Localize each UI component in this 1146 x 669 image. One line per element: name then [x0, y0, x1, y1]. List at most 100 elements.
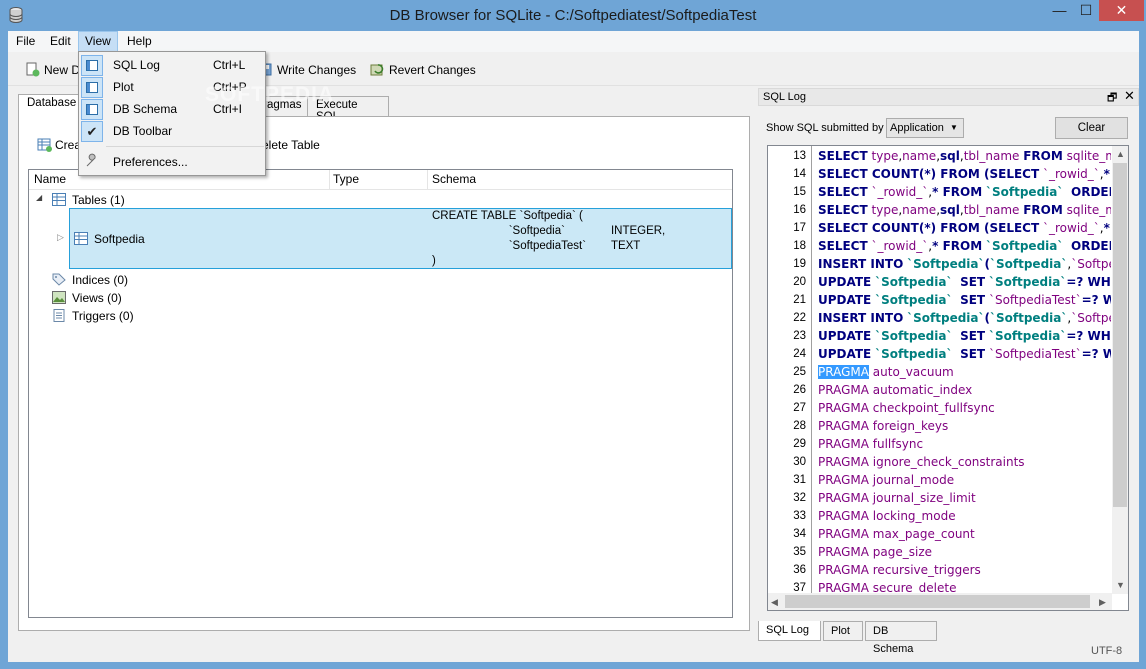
line-number: 27 — [793, 402, 806, 414]
sql-log-line: SELECT COUNT(*) FROM (SELECT `_rowid_`,* — [818, 221, 1110, 235]
line-number: 25 — [793, 366, 806, 378]
write-changes-label: Write Changes — [277, 63, 357, 77]
tree-item-label: Views (0) — [72, 291, 122, 305]
delete-table-button[interactable]: elete Table — [262, 136, 320, 154]
scroll-up-icon[interactable]: ▲ — [1116, 149, 1125, 159]
menu-help[interactable]: Help — [121, 31, 158, 52]
window-title: DB Browser for SQLite - C:/Softpediatest… — [389, 7, 757, 24]
line-number: 21 — [793, 294, 806, 306]
menu-separator — [106, 146, 264, 147]
table-icon — [74, 232, 88, 245]
scroll-down-icon[interactable]: ▼ — [1116, 580, 1125, 590]
scroll-left-icon[interactable]: ◀ — [771, 597, 778, 608]
sql-log-line: UPDATE `Softpedia` SET `Softpedia`=? WHE… — [818, 275, 1111, 289]
sql-log-line: PRAGMA auto_vacuum — [818, 365, 954, 379]
checkmark-icon: ✔ — [81, 121, 103, 142]
sql-log-line: PRAGMA foreign_keys — [818, 419, 949, 433]
line-number: 31 — [793, 474, 806, 486]
close-button[interactable]: ✕ — [1099, 0, 1144, 21]
sql-log-line: UPDATE `Softpedia` SET `SoftpediaTest`=?… — [818, 347, 1111, 361]
tab-sql-log[interactable]: SQL Log — [758, 621, 821, 641]
tab-plot[interactable]: Plot — [823, 621, 863, 641]
tab-db-schema[interactable]: DB Schema — [865, 621, 937, 655]
sql-log-line: UPDATE `Softpedia` SET `SoftpediaTest`=?… — [818, 293, 1111, 307]
revert-changes-button[interactable]: Revert Changes — [370, 61, 476, 79]
horizontal-scroll-thumb[interactable] — [785, 595, 1090, 608]
sql-log-line: INSERT INTO `Softpedia`(`Softpedia`,`Sof… — [818, 311, 1111, 325]
line-number: 15 — [793, 186, 806, 198]
column-header-schema[interactable]: Schema — [427, 170, 732, 190]
line-number: 14 — [793, 168, 806, 180]
revert-changes-icon — [370, 64, 384, 76]
revert-changes-label: Revert Changes — [389, 63, 476, 77]
tree-item-label: Triggers (0) — [72, 309, 134, 323]
write-changes-button[interactable]: Write Changes — [258, 61, 356, 79]
menu-item-db-toolbar[interactable]: DB Toolbar — [113, 121, 172, 141]
sql-log-line: PRAGMA automatic_index — [818, 383, 973, 397]
line-number: 19 — [793, 258, 806, 270]
tree-item-triggers[interactable]: Triggers (0) — [52, 307, 134, 325]
menu-item-db-schema[interactable]: DB Schema — [113, 99, 177, 119]
column-header-type[interactable]: Type — [328, 170, 428, 190]
maximize-button[interactable]: ☐ — [1073, 0, 1099, 21]
line-number: 33 — [793, 510, 806, 522]
view-image-icon — [52, 291, 66, 304]
tree-item-views[interactable]: Views (0) — [52, 289, 122, 307]
create-table-button[interactable]: Crea — [37, 136, 81, 154]
expand-arrow-icon[interactable]: ◢ — [36, 193, 42, 202]
minimize-button[interactable]: — — [1046, 0, 1073, 21]
menu-item-plot[interactable]: Plot — [113, 77, 134, 97]
line-number: 36 — [793, 564, 806, 576]
line-number: 35 — [793, 546, 806, 558]
sql-log-line: PRAGMA page_size — [818, 545, 932, 559]
sql-log-line: PRAGMA recursive_triggers — [818, 563, 981, 577]
line-number: 26 — [793, 384, 806, 396]
line-number: 16 — [793, 204, 806, 216]
sql-log-line: PRAGMA fullfsync — [818, 437, 924, 451]
menu-edit[interactable]: Edit — [44, 31, 77, 52]
sql-log-window-icon — [81, 55, 103, 76]
line-number: 22 — [793, 312, 806, 324]
tab-database-structure[interactable]: Database — [18, 94, 86, 117]
line-number: 17 — [793, 222, 806, 234]
tree-item-softpedia[interactable]: Softpedia — [74, 230, 145, 248]
line-number: 30 — [793, 456, 806, 468]
line-number: 20 — [793, 276, 806, 288]
status-encoding: UTF-8 — [1091, 645, 1123, 657]
vertical-scroll-thumb[interactable] — [1113, 163, 1127, 507]
dock-float-icon[interactable]: 🗗 — [1107, 89, 1117, 108]
tree-item-tables[interactable]: Tables (1) — [52, 191, 125, 209]
show-sql-label: Show SQL submitted by — [766, 122, 884, 134]
sql-log-line: PRAGMA ignore_check_constraints — [818, 455, 1025, 469]
tree-item-indices[interactable]: Indices (0) — [52, 271, 128, 289]
line-number: 13 — [793, 150, 806, 162]
clear-button[interactable]: Clear — [1055, 117, 1128, 139]
trigger-script-icon — [53, 309, 65, 322]
index-tag-icon — [52, 273, 66, 286]
db-schema-window-icon — [81, 99, 103, 120]
sql-log-line: SELECT `_rowid_`,* FROM `Softpedia` ORDE… — [818, 239, 1111, 253]
menu-item-preferences[interactable]: Preferences... — [113, 152, 188, 172]
sql-log-line: PRAGMA checkpoint_fullfsync — [818, 401, 995, 415]
chevron-down-icon[interactable]: ▼ — [950, 119, 958, 137]
line-number: 29 — [793, 438, 806, 450]
table-schema-text: CREATE TABLE `Softpedia` ( `Softpedia` I… — [432, 210, 666, 267]
tree-item-label: Tables (1) — [72, 193, 125, 207]
line-number: 24 — [793, 348, 806, 360]
line-number: 28 — [793, 420, 806, 432]
preferences-wrench-icon — [86, 153, 96, 167]
sql-log-line: SELECT type,name,sql,tbl_name FROM sqlit… — [818, 149, 1111, 163]
line-number: 34 — [793, 528, 806, 540]
menu-item-sql-log[interactable]: SQL Log — [113, 55, 160, 75]
sql-log-line: INSERT INTO `Softpedia`(`Softpedia`,`Sof… — [818, 257, 1111, 271]
menu-file[interactable]: File — [10, 31, 41, 52]
dock-close-icon[interactable]: ✕ — [1124, 88, 1135, 104]
collapse-arrow-icon[interactable]: ▷ — [57, 232, 64, 243]
menu-bar — [8, 31, 1139, 52]
tree-item-label: Indices (0) — [72, 273, 129, 287]
sql-log-line: UPDATE `Softpedia` SET `Softpedia`=? WHE… — [818, 329, 1111, 343]
dock-title[interactable]: SQL Log — [758, 88, 1139, 106]
menu-view[interactable]: View — [78, 31, 118, 52]
scroll-right-icon[interactable]: ▶ — [1099, 597, 1106, 608]
line-number: 23 — [793, 330, 806, 342]
